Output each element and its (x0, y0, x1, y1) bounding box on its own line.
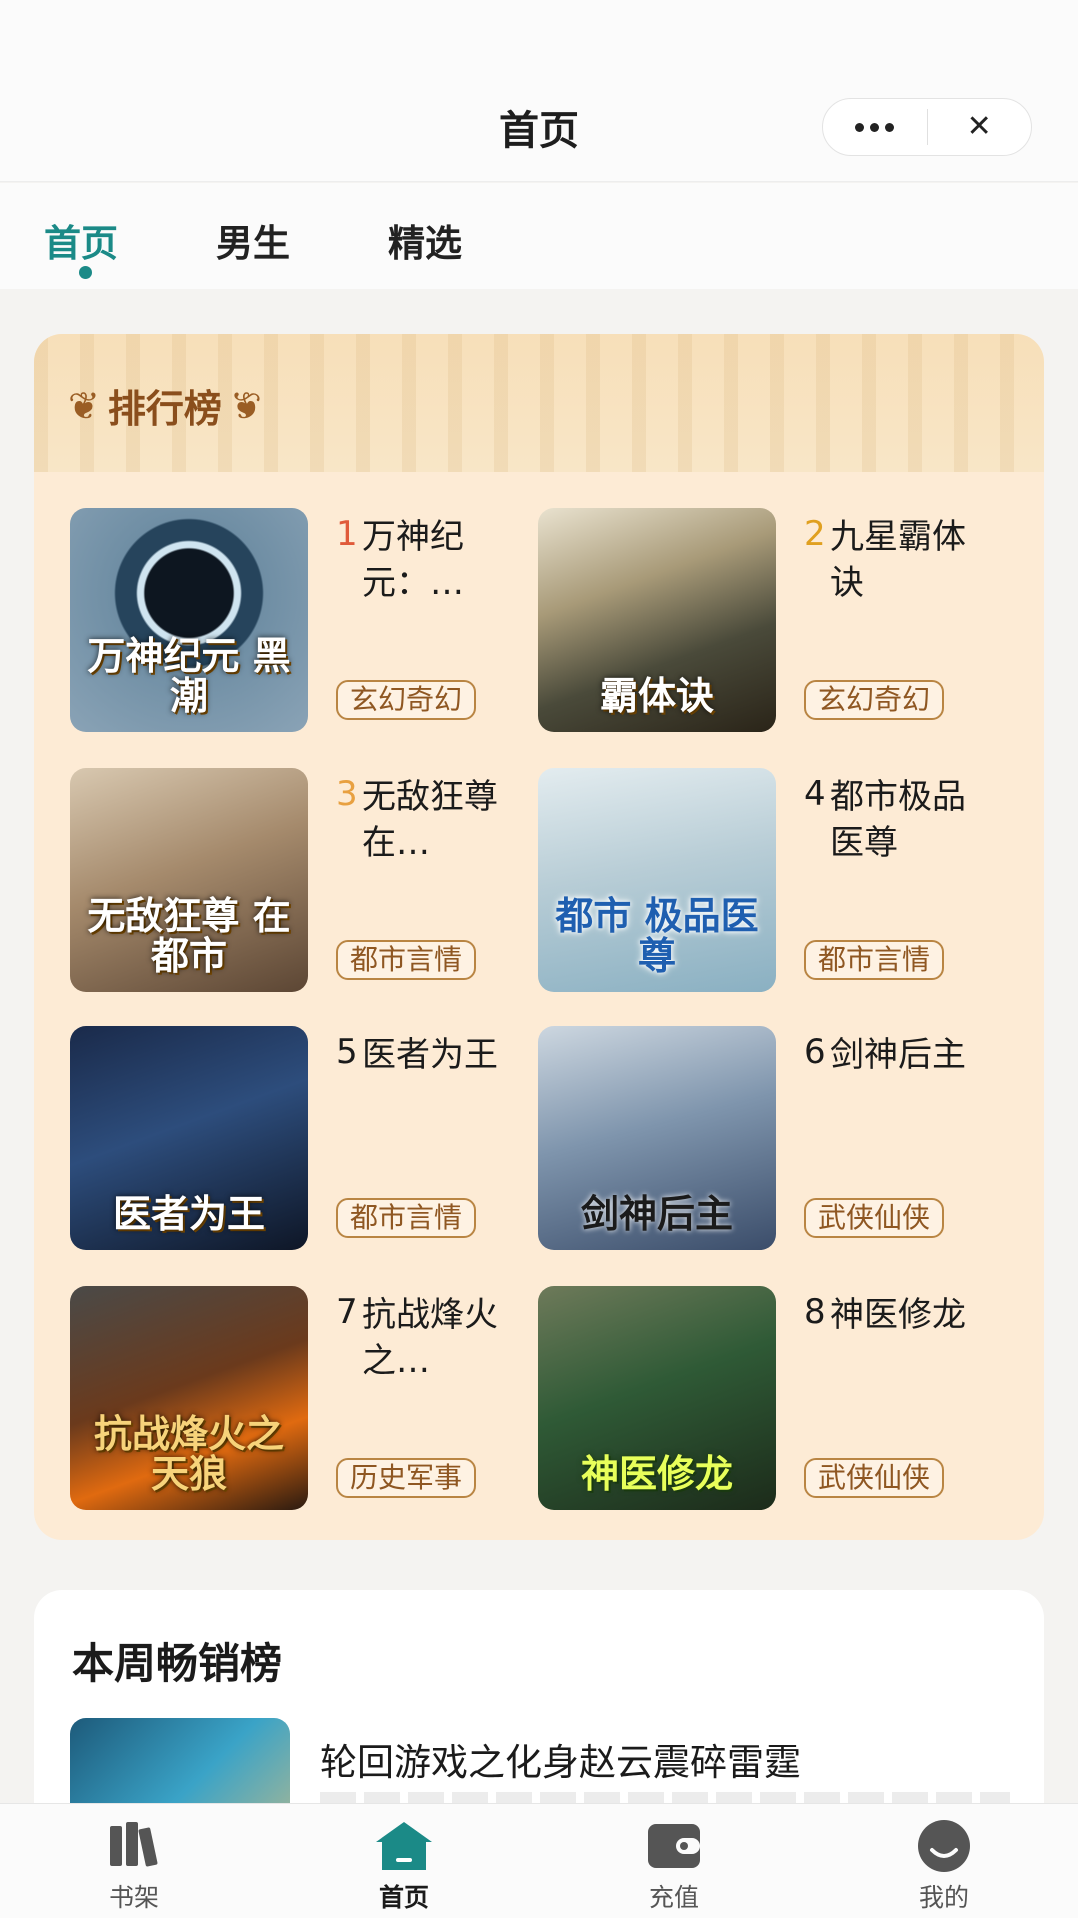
rank-book-7[interactable]: 抗战烽火之 天狼 7 抗战烽火之… 历史军事 (70, 1286, 540, 1512)
bottom-nav: 书架 首页 充值 我的 (0, 1803, 1078, 1918)
ranking-title[interactable]: ❦ 排行榜 ❦ (68, 378, 262, 433)
nav-home[interactable]: 首页 (334, 1804, 474, 1918)
book-cover-3: 无敌狂尊 在都市 (70, 768, 308, 992)
genre-tag: 都市言情 (336, 940, 477, 980)
rank-number: 4 (804, 774, 826, 814)
rank-book-8[interactable]: 神医修龙 8 神医修龙 武侠仙侠 (538, 1286, 1008, 1512)
category-tabs: 首页 男生 精选 (0, 183, 1078, 289)
book-cover-5: 医者为王 (70, 1026, 308, 1250)
tab-male[interactable]: 男生 (216, 213, 290, 267)
book-title: 无敌狂尊在… (362, 777, 498, 863)
book-cover-7: 抗战烽火之 天狼 (70, 1286, 308, 1510)
genre-tag: 武侠仙侠 (804, 1458, 945, 1498)
rank-book-3[interactable]: 无敌狂尊 在都市 3 无敌狂尊在… 都市言情 (70, 768, 540, 994)
laurel-right-icon: ❦ (229, 383, 262, 428)
ranking-header: ❦ 排行榜 ❦ (34, 334, 1044, 472)
rank-number: 6 (804, 1032, 826, 1072)
book-title: 神医修龙 (830, 1295, 966, 1335)
home-icon (376, 1822, 432, 1870)
more-button[interactable] (823, 99, 927, 155)
close-icon: ✕ (966, 109, 992, 144)
rank-number: 5 (336, 1032, 358, 1072)
mini-program-capsule: ✕ (822, 98, 1032, 156)
more-dots-icon (855, 122, 895, 132)
genre-tag: 玄幻奇幻 (804, 680, 945, 720)
book-title: 都市极品医尊 (830, 777, 966, 863)
ranking-section: ❦ 排行榜 ❦ 万神纪元 黑潮 1 万神纪元：… 玄幻奇幻 霸体诀 2 九星霸体… (34, 334, 1044, 1540)
nav-profile[interactable]: 我的 (874, 1804, 1014, 1918)
rank-number: 7 (336, 1292, 358, 1332)
bookshelf-icon (110, 1822, 158, 1867)
genre-tag: 武侠仙侠 (804, 1198, 945, 1238)
book-cover-1: 万神纪元 黑潮 (70, 508, 308, 732)
book-cover-6: 剑神后主 (538, 1026, 776, 1250)
book-title: 剑神后主 (830, 1035, 966, 1075)
wallet-icon (648, 1824, 700, 1868)
genre-tag: 都市言情 (336, 1198, 477, 1238)
nav-label: 书架 (108, 1883, 159, 1912)
book-title: 医者为王 (362, 1035, 498, 1075)
tab-home[interactable]: 首页 (44, 213, 118, 267)
weekly-title: 本周畅销榜 (72, 1639, 283, 1688)
nav-label: 我的 (918, 1883, 969, 1912)
tab-featured[interactable]: 精选 (388, 213, 462, 267)
book-cover-4: 都市 极品医尊 (538, 768, 776, 992)
nav-label: 首页 (378, 1883, 429, 1912)
nav-label: 充值 (648, 1883, 699, 1912)
rank-book-4[interactable]: 都市 极品医尊 4 都市极品医尊 都市言情 (538, 768, 1008, 994)
rank-book-5[interactable]: 医者为王 5 医者为王 都市言情 (70, 1026, 540, 1252)
weekly-book-title[interactable]: 轮回游戏之化身赵云震碎雷霆 (320, 1732, 801, 1786)
close-button[interactable]: ✕ (928, 99, 1032, 155)
ranking-title-text: 排行榜 (107, 387, 222, 431)
rank-book-2[interactable]: 霸体诀 2 九星霸体诀 玄幻奇幻 (538, 508, 1008, 734)
nav-recharge[interactable]: 充值 (604, 1804, 744, 1918)
book-cover-8: 神医修龙 (538, 1286, 776, 1510)
rank-number: 2 (804, 514, 826, 554)
nav-bookshelf[interactable]: 书架 (64, 1804, 204, 1918)
rank-number: 1 (336, 514, 358, 554)
rank-book-1[interactable]: 万神纪元 黑潮 1 万神纪元：… 玄幻奇幻 (70, 508, 540, 734)
genre-tag: 玄幻奇幻 (336, 680, 477, 720)
genre-tag: 都市言情 (804, 940, 945, 980)
laurel-left-icon: ❦ (68, 383, 100, 428)
book-title: 九星霸体诀 (830, 517, 966, 603)
rank-book-6[interactable]: 剑神后主 6 剑神后主 武侠仙侠 (538, 1026, 1008, 1252)
rank-number: 3 (336, 774, 358, 814)
active-tab-indicator (79, 266, 92, 279)
profile-icon (918, 1820, 970, 1872)
rank-number: 8 (804, 1292, 826, 1332)
book-title: 抗战烽火之… (362, 1295, 498, 1381)
genre-tag: 历史军事 (336, 1458, 477, 1498)
book-title: 万神纪元：… (362, 517, 464, 603)
title-bar: 首页 ✕ (0, 0, 1078, 182)
book-cover-2: 霸体诀 (538, 508, 776, 732)
